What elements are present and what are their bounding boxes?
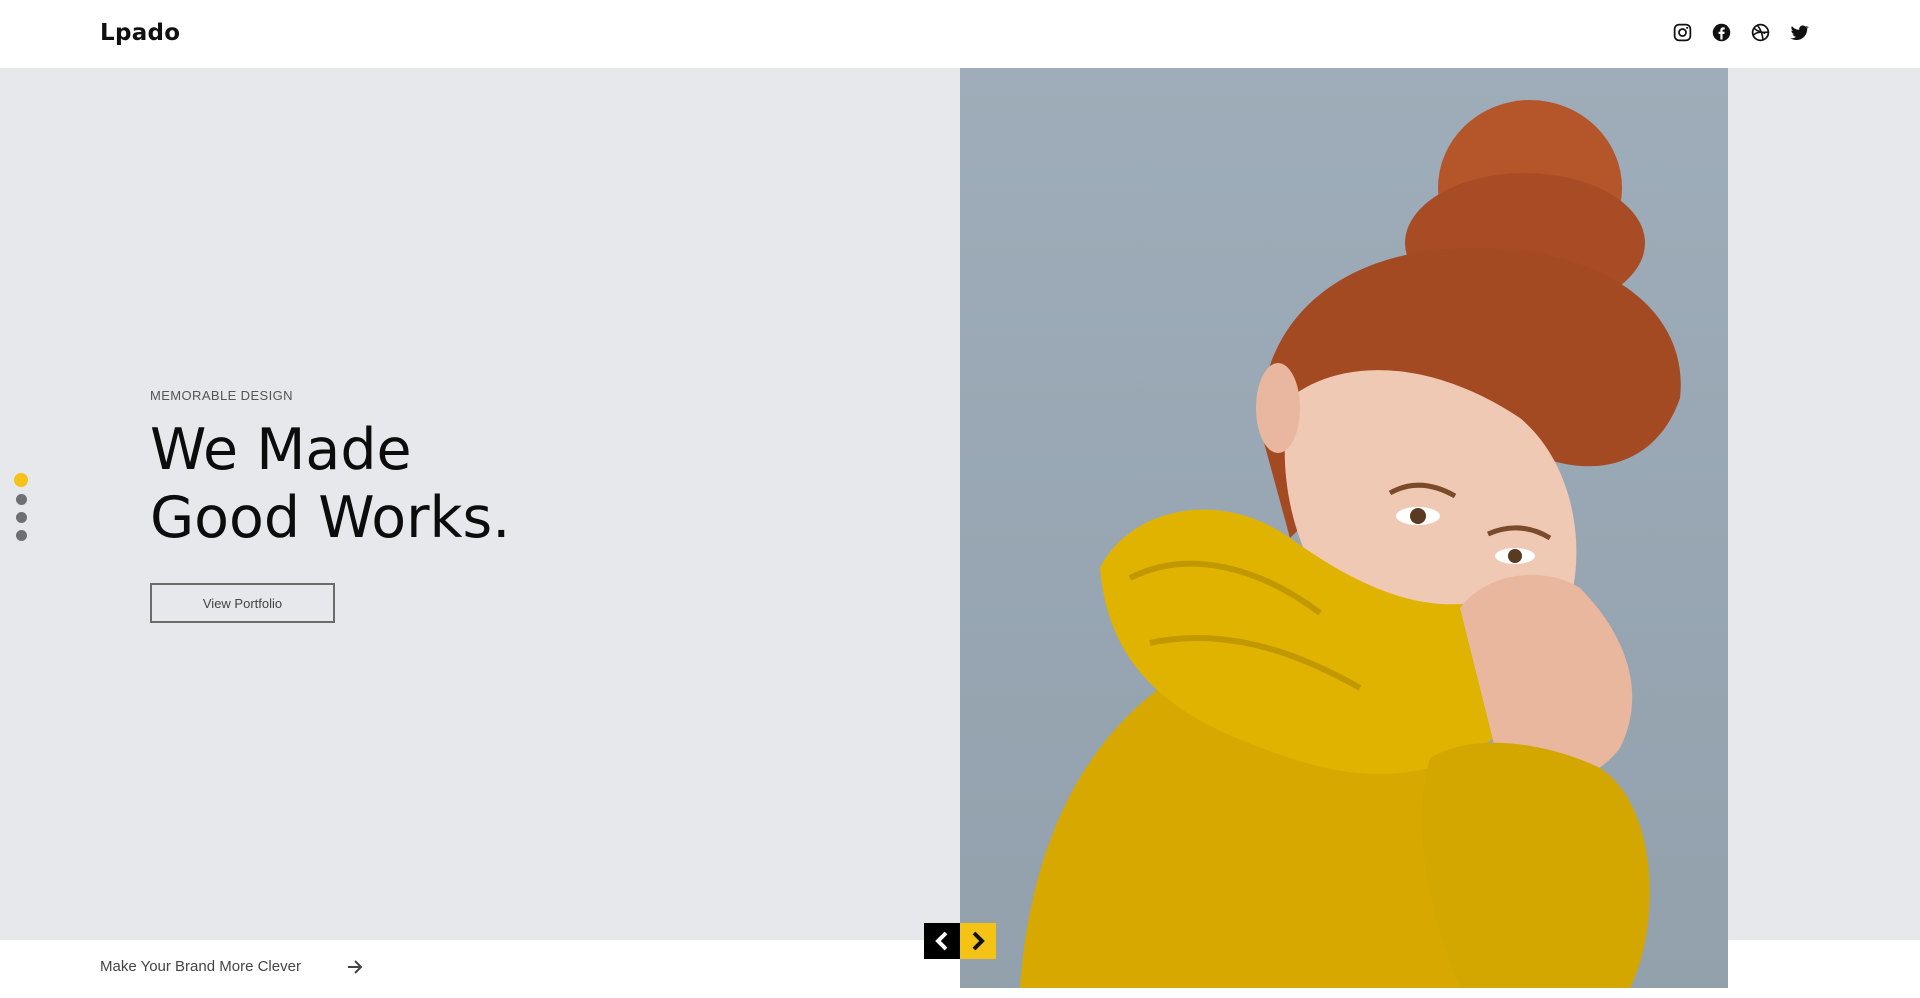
facebook-icon[interactable]	[1711, 22, 1732, 43]
instagram-icon[interactable]	[1672, 22, 1693, 43]
twitter-icon[interactable]	[1789, 22, 1810, 43]
arrow-right-icon	[347, 959, 363, 974]
footer-tagline: Make Your Brand More Clever	[100, 958, 301, 975]
slider-dot-4[interactable]	[15, 530, 27, 541]
chevron-right-icon	[972, 931, 985, 951]
hero-headline: We Made Good Works.	[150, 416, 510, 552]
hero-headline-line-2: Good Works.	[150, 485, 511, 551]
site-header: Lpado	[0, 0, 1920, 68]
brand-clever-link[interactable]: Make Your Brand More Clever	[100, 958, 363, 975]
slider-pagination	[14, 473, 28, 541]
dribbble-icon[interactable]	[1750, 22, 1771, 43]
slider-dot-1[interactable]	[14, 473, 28, 487]
slider-arrows	[924, 923, 996, 959]
view-portfolio-button[interactable]: View Portfolio	[150, 583, 335, 623]
woman-portrait-illustration	[1020, 100, 1681, 988]
chevron-left-icon	[935, 931, 948, 951]
logo[interactable]: Lpado	[100, 20, 180, 46]
hero-eyebrow: MEMORABLE DESIGN	[150, 388, 293, 403]
slider-dot-3[interactable]	[15, 512, 27, 523]
slider-next-button[interactable]	[960, 923, 996, 959]
slider-dot-2[interactable]	[15, 494, 27, 505]
social-links	[1672, 22, 1810, 43]
slider-prev-button[interactable]	[924, 923, 960, 959]
hero-image	[960, 68, 1728, 988]
hero-headline-line-1: We Made	[150, 417, 412, 483]
